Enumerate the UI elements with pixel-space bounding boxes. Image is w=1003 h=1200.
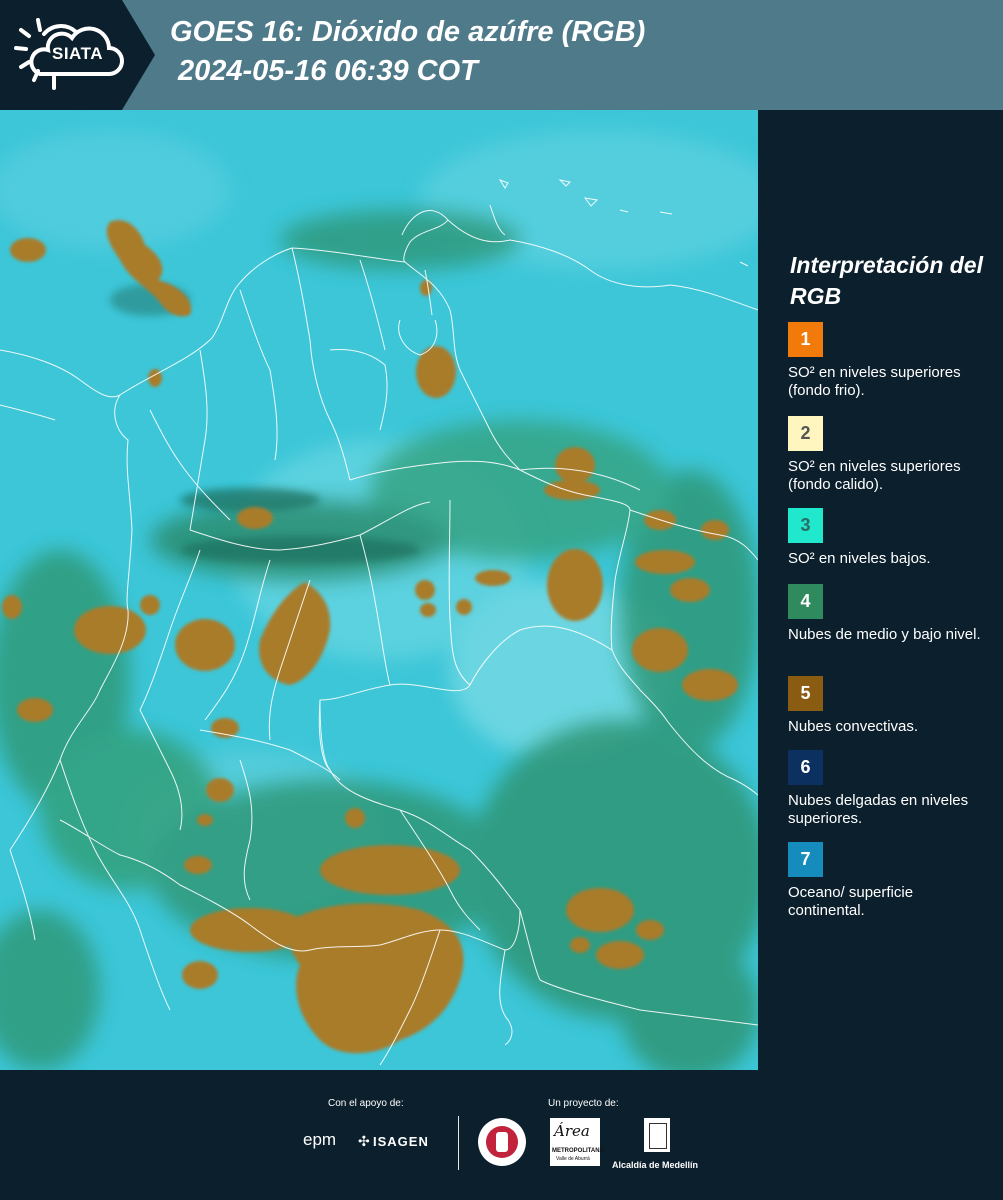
isagen-icon: ✣: [358, 1133, 370, 1149]
legend-label-1: SO² en niveles superiores (fondo frio).: [788, 364, 961, 399]
alcaldia-shield-icon: [644, 1118, 670, 1152]
legend-panel: Interpretación del RGB 1 SO² en niveles …: [758, 110, 1003, 1070]
epm-logo: epm: [303, 1130, 337, 1149]
project-label: Un proyecto de:: [548, 1098, 619, 1109]
legend-swatch-1: 1: [788, 322, 823, 357]
legend-item-2: 2 SO² en niveles superiores (fondo calid…: [788, 416, 993, 494]
legend-label-7: Oceano/ superficie continental.: [788, 884, 914, 919]
legend-label-6: Nubes delgadas en niveles superiores.: [788, 792, 969, 827]
legend-swatch-6: 6: [788, 750, 823, 785]
legend-label-3: SO² en niveles bajos.: [788, 550, 931, 567]
legend-item-5: 5 Nubes convectivas.: [788, 676, 993, 736]
legend-swatch-4: 4: [788, 584, 823, 619]
legend-label-5: Nubes convectivas.: [788, 718, 919, 735]
legend-title: Interpretación del RGB: [790, 252, 983, 309]
medellin-seal-icon: [478, 1118, 526, 1166]
legend-swatch-5: 5: [788, 676, 823, 711]
alcaldia-label: Alcaldía de Medellín: [612, 1160, 699, 1170]
legend-item-4: 4 Nubes de medio y bajo nivel.: [788, 584, 993, 644]
legend-swatch-3: 3: [788, 508, 823, 543]
legend-item-1: 1 SO² en niveles superiores (fondo frio)…: [788, 322, 993, 400]
logo-text: SIATA: [52, 44, 103, 63]
header-bar: SIATA GOES 16: Dióxido de azúfre (RGB) 2…: [0, 0, 1003, 110]
isagen-logo: ISAGEN: [373, 1134, 429, 1149]
legend-swatch-7: 7: [788, 842, 823, 877]
area-metro-name: Área: [554, 1122, 590, 1140]
rgb-imagery: [0, 110, 758, 1070]
legend-label-4: Nubes de medio y bajo nivel.: [788, 626, 981, 643]
legend-item-3: 3 SO² en niveles bajos.: [788, 508, 993, 568]
footer: Con el apoyo de: Un proyecto de: epm ✣ I…: [0, 1070, 1003, 1200]
legend-item-6: 6 Nubes delgadas en niveles superiores.: [788, 750, 993, 828]
footer-divider: [458, 1116, 459, 1170]
satellite-map: [0, 110, 758, 1070]
page-title: GOES 16: Dióxido de azúfre (RGB): [170, 16, 646, 48]
area-metropolitana-logo: Área METROPOLITANA Valle de Aburrá: [550, 1118, 604, 1166]
siata-logo: SIATA: [0, 0, 155, 110]
support-label: Con el apoyo de:: [328, 1098, 404, 1109]
legend-item-7: 7 Oceano/ superficie continental.: [788, 842, 993, 920]
legend-swatch-2: 2: [788, 416, 823, 451]
timestamp: 2024-05-16 06:39 COT: [178, 55, 478, 87]
area-metro-sub: METROPOLITANA: [552, 1148, 604, 1154]
legend-label-2: SO² en niveles superiores (fondo calido)…: [788, 458, 961, 493]
area-metro-sub2: Valle de Aburrá: [556, 1156, 590, 1162]
